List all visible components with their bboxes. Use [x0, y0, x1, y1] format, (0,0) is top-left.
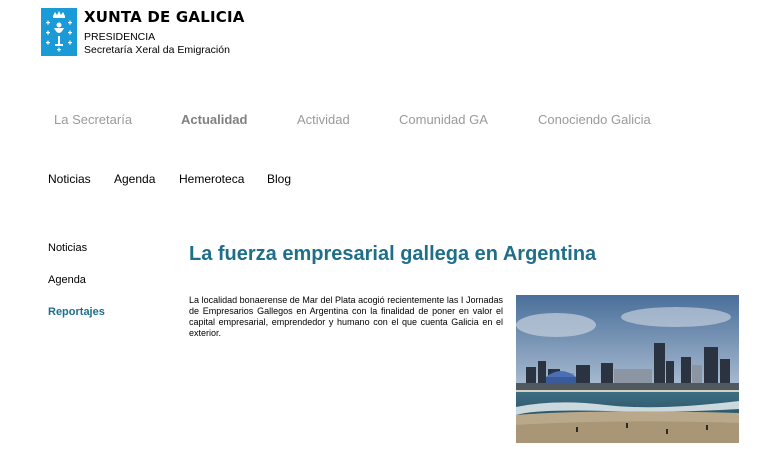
main-nav-conociendo-galicia[interactable]: Conociendo Galicia — [538, 112, 651, 127]
sub-nav-hemeroteca[interactable]: Hemeroteca — [179, 172, 244, 186]
brand-department: PRESIDENCIA — [84, 31, 156, 43]
main-nav-comunidad-ga[interactable]: Comunidad GA — [399, 112, 488, 127]
sub-nav-blog[interactable]: Blog — [267, 172, 291, 186]
brand-title[interactable]: XUNTA DE GALICIA — [84, 8, 245, 26]
side-menu-noticias[interactable]: Noticias — [48, 242, 87, 254]
side-menu-reportajes[interactable]: Reportajes — [48, 306, 105, 318]
main-nav-la-secretaria[interactable]: La Secretaría — [54, 112, 132, 127]
main-nav-actividad[interactable]: Actividad — [297, 112, 350, 127]
article-title: La fuerza empresarial gallega en Argenti… — [189, 243, 597, 265]
galicia-shield-icon — [41, 8, 77, 56]
main-nav-actualidad[interactable]: Actualidad — [181, 112, 247, 127]
side-menu-agenda[interactable]: Agenda — [48, 274, 86, 286]
xunta-logo[interactable] — [41, 8, 77, 56]
brand-secretariat: Secretaría Xeral da Emigración — [84, 44, 230, 56]
article-body: La localidad bonaerense de Mar del Plata… — [189, 295, 503, 338]
sub-nav-noticias[interactable]: Noticias — [48, 172, 91, 186]
main-nav: La Secretaría Actualidad Actividad Comun… — [0, 112, 783, 128]
sub-nav-agenda[interactable]: Agenda — [114, 172, 155, 186]
mar-del-plata-photo — [516, 295, 739, 443]
article-photo — [516, 295, 739, 443]
